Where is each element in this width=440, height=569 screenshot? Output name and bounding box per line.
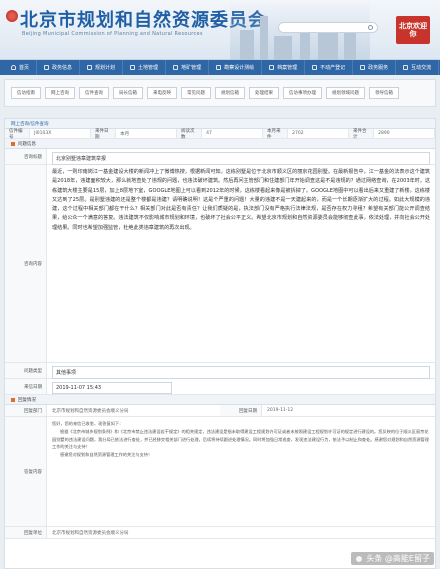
reply-footer-row: 回复单位 北京市规划和自然资源委员会顺义分局 — [5, 527, 435, 539]
realestate-icon — [312, 65, 318, 70]
nav-item-9[interactable]: 互动交流 — [396, 60, 440, 75]
nav-item-3[interactable]: 土地管理 — [123, 60, 167, 75]
body-row: 咨询内容 最近，一则印南岗江一基金建设大楼的新闻冲上了微博热搜，根据新闻可知，这… — [5, 165, 435, 363]
account-avatar-icon — [355, 554, 364, 563]
tab-2[interactable]: 信件查询 — [79, 87, 109, 99]
site-header: 北京市规划和自然资源委员会 Beijing Municipal Commissi… — [0, 0, 440, 60]
home-icon — [11, 65, 16, 70]
type-value: 其他事项 — [52, 366, 430, 379]
meta-label: 来件合计 — [349, 129, 375, 140]
nav-item-label: 地矿管理 — [181, 65, 202, 71]
tab-10[interactable]: 领导信箱 — [369, 87, 399, 99]
breadcrumb[interactable]: 网上咨询/信件查询 — [5, 119, 435, 129]
nav-item-label: 不动产登记 — [320, 65, 346, 71]
letter-panel: 网上咨询/信件查询 信件编号 JI0103X 来件日期 本月 阅读次数 47 本月来件 270… — [4, 118, 436, 569]
subject-label: 咨询标题 — [5, 149, 47, 164]
reply-section-heading: 回复情况 — [5, 395, 435, 405]
tab-1[interactable]: 网上咨询 — [45, 87, 75, 99]
emblem-icon — [6, 10, 18, 22]
nav-item-0[interactable]: 首页 — [4, 60, 38, 75]
meta-value: 47 — [202, 129, 263, 138]
watermark: 头条 @高能E留子 — [351, 552, 434, 565]
service-icon — [360, 65, 366, 70]
reply-greeting: 您好，您的来信已收悉，现答复如下： — [52, 421, 124, 426]
nav-item-5[interactable]: 勘察设计测绘 — [209, 60, 263, 75]
reply-unit-label: 回复部门 — [5, 405, 47, 416]
info-icon — [44, 65, 50, 70]
type-label: 问题类型 — [5, 363, 47, 378]
section-marker-icon — [11, 141, 15, 146]
land-icon — [130, 65, 136, 70]
nav-item-label: 互动交流 — [411, 65, 432, 71]
meta-value: 2702 — [288, 129, 349, 138]
nav-item-4[interactable]: 地矿管理 — [166, 60, 210, 75]
search-input[interactable] — [278, 22, 378, 33]
tab-9[interactable]: 规划领域问题 — [326, 87, 365, 99]
nav-item-label: 档案管理 — [277, 65, 298, 71]
meta-label: 信件编号 — [5, 129, 31, 140]
nav-item-label: 勘察设计测绘 — [224, 65, 255, 71]
meta-label: 阅读次数 — [177, 129, 203, 140]
meta-row: 信件编号 JI0103X 来件日期 本月 阅读次数 47 本月来件 2702 来件合计 2890 — [5, 129, 435, 140]
meta-label: 来件日期 — [91, 129, 117, 140]
reply-meta-row: 回复部门 北京市规划和自然资源委员会顺义分局 回复日期 2019-11-12 — [5, 405, 435, 417]
tab-6[interactable]: 规划信箱 — [215, 87, 245, 99]
nav-item-1[interactable]: 政务信息 — [37, 60, 81, 75]
nav-item-label: 政务服务 — [368, 65, 389, 71]
reply-body: 根据《北京市城乡规划条例》和《北京市禁止违法建设若干规定》的相关规定，违法建设是… — [52, 428, 429, 450]
tab-7[interactable]: 处理结果 — [249, 87, 279, 99]
beijing-seal: 北京欢迎你 — [396, 16, 430, 44]
nav-item-label: 土地管理 — [138, 65, 159, 71]
plan-icon — [87, 65, 93, 70]
chat-icon — [403, 65, 409, 70]
type-row: 问题类型 其他事项 — [5, 363, 435, 379]
tab-5[interactable]: 常见问题 — [181, 87, 211, 99]
subject-row: 咨询标题 北京别墅违章建筑举报 — [5, 149, 435, 165]
tab-0[interactable]: 信访指南 — [11, 87, 41, 99]
survey-icon — [216, 65, 222, 70]
meta-value: 2890 — [374, 129, 435, 138]
nav-item-8[interactable]: 政务服务 — [353, 60, 397, 75]
body-label: 咨询内容 — [5, 165, 47, 362]
section-marker-icon — [11, 397, 15, 402]
sub-tabs: 信访指南 网上咨询 信件查询 局长信箱 来电反映 常见问题 规划信箱 处理结果 信访事项办理 规划… — [4, 79, 436, 107]
nav-item-label: 政务信息 — [52, 65, 73, 71]
reply-thanks: 感谢您对规划和自然资源管理工作的关注与支持！ — [60, 452, 153, 458]
date-value: 2019-11-07 15:43 — [52, 382, 172, 394]
tab-4[interactable]: 来电反映 — [147, 87, 177, 99]
letter-body: 最近，一则印南岗江一基金建设大楼的新闻冲上了微博热搜，根据新闻可知，这栋别墅是位… — [52, 169, 430, 231]
nav-item-6[interactable]: 档案管理 — [262, 60, 306, 75]
site-subtitle: Beijing Municipal Commission of Planning… — [22, 31, 203, 37]
nav-item-2[interactable]: 规划计划 — [80, 60, 124, 75]
question-section-heading: 问题信息 — [5, 139, 435, 149]
subject-value: 北京别墅违章建筑举报 — [52, 152, 430, 165]
archive-icon — [269, 65, 275, 70]
mine-icon — [173, 65, 179, 70]
date-row: 来信日期 2019-11-07 15:43 — [5, 379, 435, 395]
reply-footer-label: 回复单位 — [5, 527, 47, 538]
reply-footer: 北京市规划和自然资源委员会顺义分局 — [52, 531, 129, 536]
nav-item-label: 首页 — [19, 65, 30, 71]
main-nav: 首页 政务信息 规划计划 土地管理 地矿管理 勘察设计测绘 档案管理 不动产登记 政务服务 互动交… — [0, 60, 440, 75]
date-label: 来信日期 — [5, 379, 47, 394]
nav-item-label: 规划计划 — [95, 65, 116, 71]
meta-value: JI0103X — [30, 129, 91, 138]
reply-date: 2019-11-12 — [267, 408, 294, 413]
meta-value: 本月 — [116, 129, 177, 138]
reply-row: 答复内容 您好，您的来信已收悉，现答复如下： 根据《北京市城乡规划条例》和《北京… — [5, 417, 435, 527]
meta-label: 本月来件 — [263, 129, 289, 140]
nav-item-7[interactable]: 不动产登记 — [305, 60, 354, 75]
reply-date-label: 回复日期 — [220, 405, 262, 416]
tab-8[interactable]: 信访事项办理 — [283, 87, 322, 99]
tab-3[interactable]: 局长信箱 — [113, 87, 143, 99]
reply-content-label: 答复内容 — [5, 417, 47, 526]
search-icon[interactable] — [368, 25, 373, 30]
reply-unit: 北京市规划和自然资源委员会顺义分局 — [52, 409, 129, 414]
